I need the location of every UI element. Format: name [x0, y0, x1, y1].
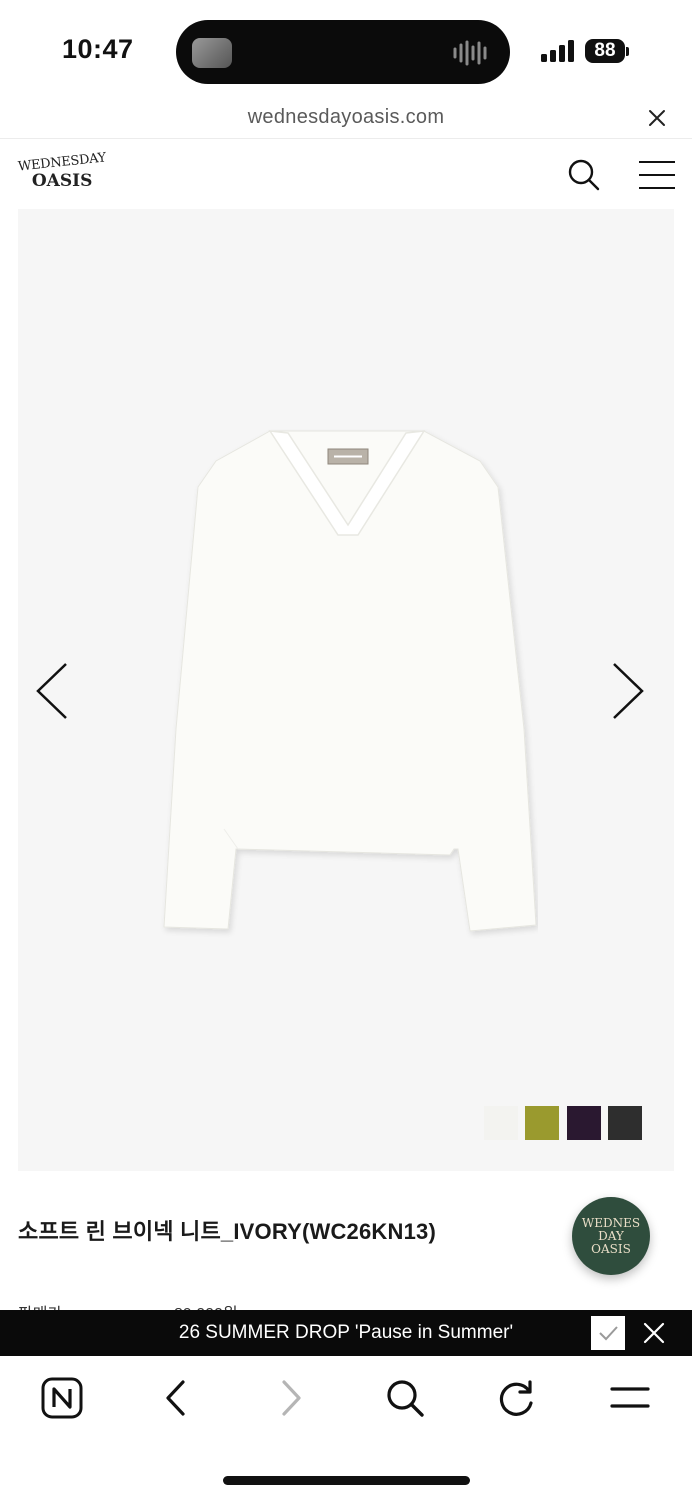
color-swatch-charcoal[interactable] — [608, 1106, 642, 1140]
audio-wave-icon — [453, 40, 487, 66]
search-icon[interactable] — [566, 157, 602, 193]
back-arrow-icon[interactable] — [163, 1377, 189, 1419]
product-title: 소프트 린 브이넥 니트_IVORY(WC26KN13) — [18, 1219, 436, 1244]
menu-icon[interactable] — [609, 1377, 651, 1419]
battery-indicator: 88 — [585, 39, 625, 63]
dont-show-checkbox[interactable] — [591, 1316, 625, 1350]
promo-banner[interactable]: 26 SUMMER DROP 'Pause in Summer' — [0, 1310, 692, 1356]
brand-floating-button[interactable]: WEDNES DAY OASIS — [572, 1197, 650, 1275]
promo-banner-text: 26 SUMMER DROP 'Pause in Summer' — [178, 1322, 514, 1343]
close-banner-icon[interactable] — [643, 1322, 665, 1344]
color-swatch-ivory[interactable] — [484, 1106, 518, 1140]
color-swatch-plum[interactable] — [567, 1106, 601, 1140]
product-image-carousel[interactable] — [18, 209, 674, 1171]
now-playing-artwork — [192, 38, 232, 68]
hamburger-menu-icon[interactable] — [638, 160, 676, 190]
fab-line2: DAY — [598, 1228, 624, 1243]
close-icon[interactable] — [646, 107, 668, 129]
logo-line2: OASIS — [31, 171, 93, 191]
home-indicator — [223, 1476, 470, 1485]
refresh-icon[interactable] — [496, 1377, 538, 1419]
naver-home-icon[interactable] — [41, 1377, 83, 1419]
battery-tip — [626, 47, 629, 56]
color-swatch-olive[interactable] — [525, 1106, 559, 1140]
url-display[interactable]: wednesdayoasis.com — [0, 106, 692, 129]
status-time: 10:47 — [62, 34, 134, 64]
price-row-partial: 판매가 89,000원 — [18, 1300, 418, 1310]
product-image — [163, 430, 537, 932]
check-icon — [599, 1326, 618, 1341]
cell-signal-icon — [541, 40, 574, 62]
search-icon-toolbar[interactable] — [384, 1377, 426, 1419]
price-label: 판매가 — [18, 1300, 62, 1310]
previous-image-arrow-icon[interactable] — [34, 661, 70, 721]
divider — [0, 138, 692, 139]
forward-arrow-icon[interactable] — [278, 1377, 304, 1419]
site-logo[interactable]: WEDNESDAY OASIS — [17, 150, 106, 191]
dynamic-island — [176, 20, 510, 84]
price-value: 89,000원 — [174, 1300, 238, 1310]
fab-line1: WEDNES — [581, 1215, 641, 1230]
next-image-arrow-icon[interactable] — [610, 661, 646, 721]
fab-line3: OASIS — [591, 1241, 631, 1256]
